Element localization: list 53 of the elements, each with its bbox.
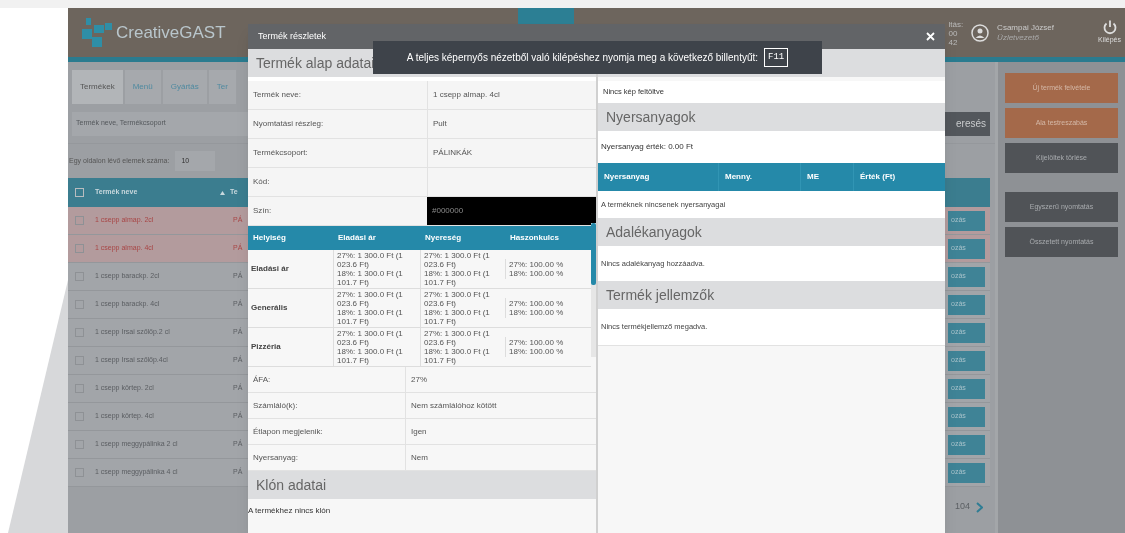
user-role: Üzletvezető [997,32,1040,43]
table-cell: Generális [248,289,333,328]
app-logo: CreativeGAST [116,21,226,44]
table-cell: 27%: 1 300.0 Ft (1 023.6 Ft) 18%: 1 300.0 Ft (1 101.7 Ft) [333,250,420,288]
table-cell: 27%: 1 300.0 Ft (1 023.6 Ft) 18%: 1 300.0 Ft (1 101.7 Ft) [420,289,505,327]
color-value: #000000 [427,197,596,225]
search-button[interactable]: eresés [945,111,990,136]
header-info: ltás: [948,19,964,29]
sort-icon [220,190,225,195]
column-header: Helyiség [248,226,333,250]
table-cell: Eladási ár [248,250,333,289]
section-header: Adalékanyagok [598,218,945,246]
tab[interactable]: Gyártás [162,70,207,104]
close-button[interactable] [926,32,935,41]
field-label: Termékcsoport: [252,147,309,159]
empty-message: A termékhez nincs klón [248,505,332,517]
column-header: Eladási ár [333,226,420,250]
section-header: Termék jellemzők [598,281,945,309]
column-header: Nyersanyag [603,171,651,183]
section-header: Klón adatai [248,471,596,499]
field-label: Étlapon megjelenik: [252,425,324,438]
field-label: Számláló(k): [252,399,299,412]
dialog-title: Termék részletek [258,29,327,43]
tab[interactable]: Ter [208,70,236,104]
page-number[interactable]: 104 [954,500,970,514]
header-info: 42 [948,37,959,47]
checkbox[interactable] [74,216,84,225]
checkbox[interactable] [74,244,84,253]
field-label: Szín: [252,205,273,217]
section-header: Nyersanyagok [598,103,945,131]
key-hint: F11 [764,47,789,68]
field-label: ÁFA: [252,373,272,386]
table-cell: 27%: 1 300.0 Ft (1 023.6 Ft) 18%: 1 300.0 Ft (1 101.7 Ft) [333,328,420,366]
table-cell: 27%: 1 300.0 Ft (1 023.6 Ft) 18%: 1 300.0 Ft (1 101.7 Ft) [333,289,420,327]
tab[interactable]: Termékek [72,70,123,104]
user-icon [971,23,990,42]
column-header: Nyereség [420,226,505,250]
table-cell: Pizzéria [248,328,333,367]
column-header: Haszonkulcs [505,226,591,250]
table-cell: 27%: 1 300.0 Ft (1 023.6 Ft) 18%: 1 300.0 Ft (1 101.7 Ft) [420,328,505,366]
header-info: 00 [948,28,959,38]
table-cell: 27%: 1 300.0 Ft (1 023.6 Ft) 18%: 1 300.0 Ft (1 101.7 Ft) [420,250,505,288]
field-label: Nyomtatási részleg: [252,118,325,130]
field-label: Kód: [252,176,271,188]
close-icon [926,32,935,41]
user-name: Csampai József [997,22,1055,32]
field-label: Termék neve: [252,89,303,101]
power-icon [1101,19,1118,36]
material-value: Nyersanyag érték: 0.00 Ft [598,131,945,163]
tab[interactable]: Menü [124,70,161,104]
field-label: Nyersanyag: [252,451,299,464]
next-page-icon[interactable] [976,501,983,513]
checkbox[interactable] [74,188,84,197]
